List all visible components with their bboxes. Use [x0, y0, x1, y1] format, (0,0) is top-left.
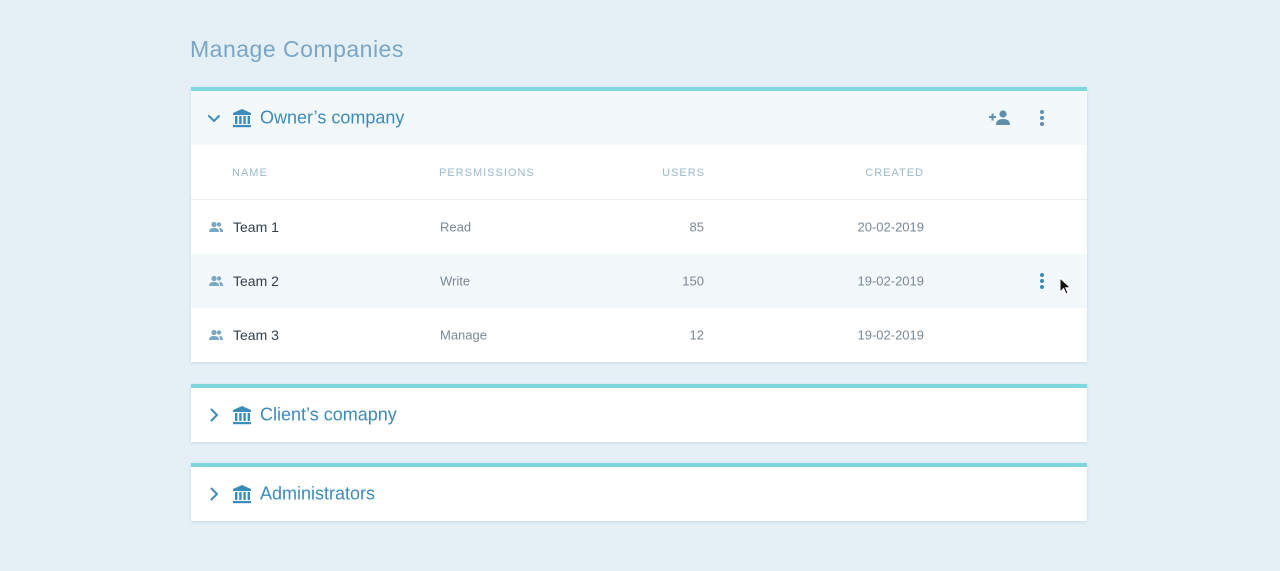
column-header-permissions[interactable]: PERSMISSIONS: [439, 167, 535, 179]
company-card-administrators: Administrators: [191, 463, 1087, 521]
company-name[interactable]: Administrators: [260, 484, 375, 505]
more-vert-icon: [1040, 110, 1044, 126]
team-users: 12: [689, 327, 704, 343]
add-user-button[interactable]: [987, 105, 1013, 131]
more-vert-icon: [1040, 273, 1044, 289]
table-row[interactable]: Team 1 Read 85 20-02-2019: [191, 200, 1087, 254]
table-row[interactable]: Team 3 Manage 12 19-02-2019: [191, 308, 1087, 362]
team-icon: [209, 221, 223, 232]
column-header-users[interactable]: USERS: [662, 167, 705, 179]
team-name: Team 2: [233, 273, 279, 289]
team-name: Team 1: [233, 219, 279, 235]
team-created: 20-02-2019: [857, 219, 925, 235]
team-created: 19-02-2019: [857, 327, 925, 343]
team-icon: [209, 329, 223, 340]
team-name: Team 3: [233, 327, 279, 343]
page-title: Manage Companies: [190, 36, 404, 62]
table-header: NAME PERSMISSIONS USERS CREATED: [191, 145, 1087, 200]
more-options-button[interactable]: [1029, 105, 1055, 131]
team-created: 19-02-2019: [857, 273, 925, 289]
company-name[interactable]: Owner’s company: [260, 108, 404, 129]
chevron-down-icon[interactable]: [206, 110, 222, 126]
team-permission: Manage: [440, 327, 487, 343]
company-header[interactable]: Client’s comapny: [191, 388, 1087, 442]
chevron-right-icon[interactable]: [206, 407, 222, 423]
company-header[interactable]: Administrators: [191, 467, 1087, 521]
team-permission: Read: [440, 219, 472, 235]
team-permission: Write: [440, 273, 471, 289]
company-card-client: Client’s comapny: [191, 384, 1087, 442]
add-user-icon: [989, 110, 1010, 125]
row-more-options-button[interactable]: [1029, 268, 1055, 294]
bank-icon: [233, 406, 251, 425]
mouse-cursor-icon: [1059, 277, 1072, 295]
column-header-created[interactable]: CREATED: [865, 167, 924, 179]
column-header-name[interactable]: NAME: [232, 167, 268, 179]
table-row[interactable]: Team 2 Write 150 19-02-2019: [191, 254, 1087, 308]
company-header[interactable]: Owner’s company: [191, 91, 1087, 145]
bank-icon: [233, 109, 251, 128]
company-card-owner: Owner’s company NAME PERSMISSIONS USERS …: [191, 87, 1087, 362]
bank-icon: [233, 485, 251, 504]
team-users: 150: [682, 273, 704, 289]
company-name[interactable]: Client’s comapny: [260, 405, 397, 426]
team-icon: [209, 275, 223, 286]
chevron-right-icon[interactable]: [206, 486, 222, 502]
team-users: 85: [689, 219, 704, 235]
